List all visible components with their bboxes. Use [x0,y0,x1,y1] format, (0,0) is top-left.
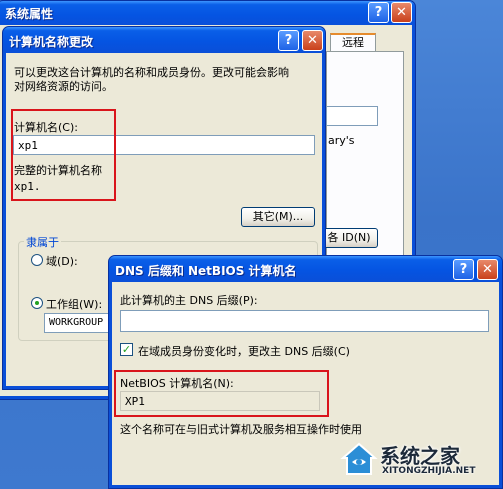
netbios-highlight-box [114,370,329,417]
more-button[interactable]: 其它(M)... [241,207,315,227]
close-button[interactable]: ✕ [302,30,323,51]
member-of-label: 隶属于 [24,234,61,250]
workgroup-radio[interactable] [31,297,43,309]
house-logo-icon [340,442,378,475]
watermark-url: XITONGZHIJIA.NET [382,466,476,476]
help-button[interactable]: ? [278,30,299,51]
close-button[interactable]: ✕ [391,2,412,23]
dns-netbios-titlebar: DNS 后缀和 NetBIOS 计算机名 ? ✕ [109,256,502,282]
description-line-2: 对网络资源的访问。 [14,80,113,93]
tab-remote[interactable]: 远程 [330,33,376,51]
computer-name-changes-titlebar: 计算机名称更改 ? ✕ [3,27,325,53]
network-id-button-label: 各 ID(N) [327,231,371,244]
netbios-note: 这个名称可在与旧式计算机及服务相互操作时使用 [120,423,362,436]
watermark-logo: 系统之家 XITONGZHIJIA.NET [340,436,500,484]
dns-netbios-title: DNS 后缀和 NetBIOS 计算机名 [115,264,297,278]
computer-name-changes-title: 计算机名称更改 [9,35,94,49]
primary-dns-suffix-label: 此计算机的主 DNS 后缀(P): [120,294,258,307]
domain-radio[interactable] [31,254,43,266]
help-button[interactable]: ? [368,2,389,23]
system-properties-titlebar: 系统属性 ? ✕ [0,1,415,27]
close-button[interactable]: ✕ [477,259,498,280]
watermark-brand: 系统之家 [380,444,460,468]
network-id-button[interactable]: 各 ID(N) [320,228,378,248]
help-button[interactable]: ? [453,259,474,280]
primary-dns-suffix-input[interactable] [120,310,489,332]
computer-name-highlight-box [11,109,116,201]
workgroup-input[interactable]: WORKGROUP [44,313,110,333]
change-dns-suffix-checkbox[interactable]: ✓ [120,343,133,356]
system-properties-title: 系统属性 [5,7,54,21]
domain-label: 域(D): [46,255,78,268]
change-dns-suffix-label: 在域成员身份变化时，更改主 DNS 后缀(C) [138,345,350,358]
full-name-partial-text: ary's [328,134,355,147]
computer-description-field[interactable] [326,106,378,126]
more-button-label: 其它(M)... [252,210,304,223]
tab-remote-label: 远程 [342,36,364,49]
workgroup-label: 工作组(W): [46,298,103,311]
